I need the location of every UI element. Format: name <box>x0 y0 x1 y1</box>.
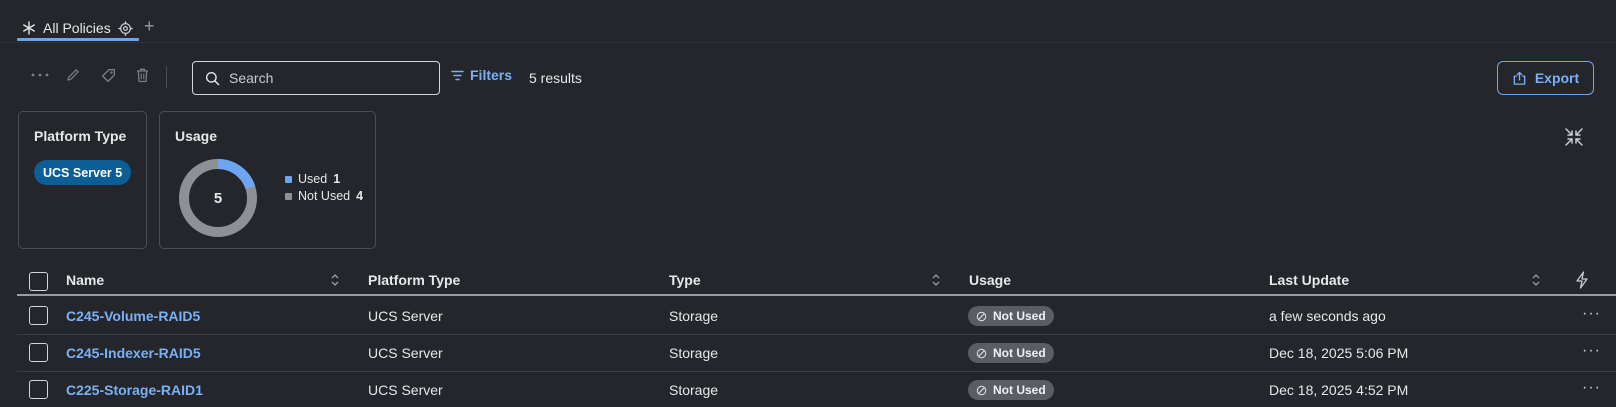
tab-label: All Policies <box>43 20 111 36</box>
platform-type-cell: UCS Server <box>368 308 443 324</box>
export-label: Export <box>1534 70 1580 86</box>
status-badge-label: Not Used <box>993 346 1046 360</box>
export-button[interactable]: Export <box>1497 61 1594 95</box>
tag-icon[interactable] <box>97 64 119 86</box>
status-badge: Not Used <box>968 343 1054 363</box>
table-row[interactable]: C245-Volume-RAID5 UCS Server Storage Not… <box>17 298 1616 335</box>
policy-name-link[interactable]: C245-Indexer-RAID5 <box>66 345 201 361</box>
column-header-type[interactable]: Type <box>669 272 701 288</box>
legend-not-used-count: 4 <box>356 189 364 203</box>
sort-icon[interactable] <box>1531 273 1541 287</box>
filters-button[interactable]: Filters <box>451 67 512 83</box>
policy-name-link[interactable]: C225-Storage-RAID1 <box>66 382 203 398</box>
asterisk-icon <box>23 21 35 35</box>
column-header-platform-type[interactable]: Platform Type <box>368 272 460 288</box>
usage-title: Usage <box>175 128 218 144</box>
edit-icon[interactable] <box>62 64 84 86</box>
collapse-icon[interactable] <box>1564 127 1584 147</box>
row-actions-button[interactable]: ··· <box>1582 305 1601 323</box>
filters-label: Filters <box>470 67 513 83</box>
type-cell: Storage <box>669 308 719 324</box>
row-checkbox[interactable] <box>29 380 48 399</box>
platform-filter-pill[interactable]: UCS Server 5 <box>34 160 132 185</box>
search-field[interactable] <box>192 61 440 95</box>
toolbar-separator <box>166 66 167 88</box>
legend-not-used-label: Not Used <box>298 189 351 203</box>
status-badge: Not Used <box>968 380 1054 400</box>
tabbar-divider <box>0 42 1616 43</box>
legend-used-label: Used <box>298 172 328 186</box>
search-input[interactable] <box>229 70 429 86</box>
column-header-name[interactable]: Name <box>66 272 104 288</box>
export-icon <box>1513 71 1526 85</box>
gear-icon[interactable] <box>117 20 133 36</box>
not-used-icon <box>976 311 987 321</box>
usage-total: 5 <box>213 189 223 207</box>
add-tab-button[interactable]: + <box>144 16 155 36</box>
row-actions-button[interactable]: ··· <box>1582 342 1601 360</box>
not-used-swatch <box>285 192 292 200</box>
last-update-cell: Dec 18, 2025 5:06 PM <box>1269 345 1409 361</box>
platform-type-title: Platform Type <box>34 128 127 144</box>
last-update-cell: a few seconds ago <box>1269 308 1386 324</box>
active-tab-indicator <box>17 38 139 41</box>
row-checkbox[interactable] <box>29 343 48 362</box>
usage-card: Usage 5 Used 1 Not Used 4 <box>159 111 376 249</box>
legend-used[interactable]: Used 1 <box>285 172 340 186</box>
results-count: 5 results <box>529 70 582 86</box>
type-cell: Storage <box>669 345 719 361</box>
status-badge-label: Not Used <box>993 309 1046 323</box>
column-header-usage[interactable]: Usage <box>969 272 1011 288</box>
used-swatch <box>285 175 292 183</box>
delete-icon[interactable] <box>131 64 153 86</box>
platform-type-cell: UCS Server <box>368 382 443 398</box>
not-used-icon <box>976 348 987 358</box>
table-row[interactable]: C225-Storage-RAID1 UCS Server Storage No… <box>17 372 1616 407</box>
platform-type-cell: UCS Server <box>368 345 443 361</box>
type-cell: Storage <box>669 382 719 398</box>
status-badge-label: Not Used <box>993 383 1046 397</box>
policy-name-link[interactable]: C245-Volume-RAID5 <box>66 308 200 324</box>
column-header-last-update[interactable]: Last Update <box>1269 272 1349 288</box>
sort-icon[interactable] <box>931 273 941 287</box>
table-row[interactable]: C245-Indexer-RAID5 UCS Server Storage No… <box>17 335 1616 372</box>
legend-used-count: 1 <box>333 172 341 186</box>
select-all-checkbox[interactable] <box>29 272 48 291</box>
sort-icon[interactable] <box>330 273 340 287</box>
search-icon <box>205 71 220 85</box>
last-update-cell: Dec 18, 2025 4:52 PM <box>1269 382 1409 398</box>
status-badge: Not Used <box>968 306 1054 326</box>
table-header: Name Platform Type Type Usage Last Updat… <box>17 266 1616 296</box>
not-used-icon <box>976 385 987 395</box>
legend-not-used[interactable]: Not Used 4 <box>285 189 363 203</box>
platform-type-card: Platform Type UCS Server 5 <box>18 111 147 249</box>
row-actions-button[interactable]: ··· <box>1582 379 1601 397</box>
more-actions-icon[interactable] <box>29 64 51 86</box>
filter-icon <box>451 70 464 80</box>
row-checkbox[interactable] <box>29 306 48 325</box>
lightning-icon[interactable] <box>1574 271 1590 289</box>
tab-all-policies[interactable]: All Policies <box>22 16 133 40</box>
